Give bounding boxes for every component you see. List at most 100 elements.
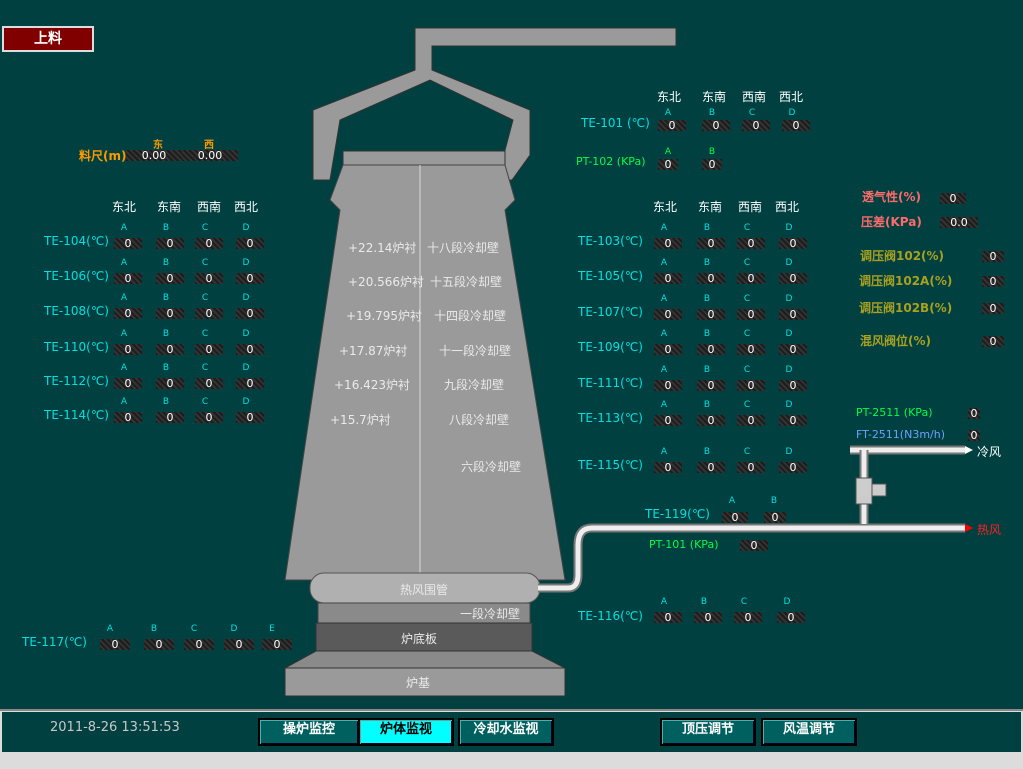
te117-value: 0 — [100, 639, 130, 650]
furnace-bottom-label: 炉底板 — [401, 632, 438, 646]
right-sensor-label: TE-113(℃) — [578, 411, 643, 425]
right-sensor-sub: B — [703, 447, 711, 457]
left-sensor-value: 0 — [156, 273, 184, 284]
right-sensor-sub: B — [703, 400, 711, 410]
left-sensor-label: TE-112(℃) — [44, 374, 109, 388]
left-sensor-value: 0 — [114, 412, 142, 423]
te117-value: 0 — [262, 639, 292, 650]
right-sensor-value: 0 — [697, 309, 725, 320]
left-sensor-sub: D — [242, 223, 250, 233]
nav-cooling-water-button[interactable]: 冷却水监视 — [458, 718, 554, 746]
right-dir-header-ne: 东北 — [652, 200, 677, 214]
ft2511-label: FT-2511(N3m/h) — [856, 428, 946, 441]
left-sensor-label: TE-104(℃) — [44, 234, 109, 248]
pt2511-label: PT-2511 (KPa) — [856, 406, 933, 419]
left-sensor-value: 0 — [236, 412, 264, 423]
right-sensor-value: 0 — [737, 273, 765, 284]
valve-102-value: 0 — [982, 251, 1004, 262]
furnace-segment-3: 十一段冷却壁 — [439, 344, 512, 358]
right-sensor-value: 0 — [779, 309, 807, 320]
te117-value: 0 — [224, 639, 254, 650]
left-sensor-label: TE-108(℃) — [44, 304, 109, 318]
left-sensor-sub: C — [201, 258, 209, 268]
right-sensor-label: TE-111(℃) — [578, 376, 643, 390]
ruler-label: 料尺(m) — [79, 149, 127, 163]
right-sensor-sub: B — [703, 365, 711, 375]
right-sensor-value: 0 — [697, 380, 725, 391]
te101-sub: A — [664, 108, 672, 118]
left-sensor-value: 0 — [156, 344, 184, 355]
te101-value: 0 — [702, 120, 730, 131]
left-sensor-value: 0 — [195, 378, 223, 389]
right-sensor-sub: C — [743, 400, 751, 410]
furnace-segment-5: 八段冷却壁 — [449, 413, 510, 427]
left-sensor-value: 0 — [236, 344, 264, 355]
left-sensor-value: 0 — [114, 308, 142, 319]
te117-sub: B — [150, 624, 158, 634]
right-sensor-value: 0 — [779, 380, 807, 391]
left-sensor-sub: D — [242, 397, 250, 407]
right-sensor-value: 0 — [697, 344, 725, 355]
ruler-west-value: 0.00 — [182, 150, 238, 161]
left-sensor-value: 0 — [236, 238, 264, 249]
left-sensor-label: TE-114(℃) — [44, 408, 109, 422]
left-sensor-sub: A — [120, 329, 128, 339]
valve-102a-label: 调压阀102A(%) — [859, 274, 953, 288]
furnace-level-2: +19.795炉衬 — [346, 309, 423, 323]
right-sensor-value: 0 — [654, 238, 682, 249]
furnace-base-label: 炉基 — [406, 676, 431, 690]
te117-sub: E — [269, 624, 275, 634]
left-dir-header-se: 东南 — [156, 200, 181, 214]
right-dir-header-se: 东南 — [697, 200, 722, 214]
left-sensor-value: 0 — [195, 344, 223, 355]
top-dir-header-nw: 西北 — [778, 90, 803, 104]
right-sensor-label: TE-115(℃) — [578, 458, 643, 472]
right-sensor-value: 0 — [779, 238, 807, 249]
top-dir-header-ne: 东北 — [656, 90, 681, 104]
valve-102-label: 调压阀102(%) — [860, 249, 945, 263]
te116-sub: D — [783, 597, 791, 607]
right-sensor-sub: D — [785, 294, 793, 304]
right-sensor-sub: B — [703, 294, 711, 304]
left-sensor-sub: A — [120, 223, 128, 233]
nav-furnace-control-button[interactable]: 操炉监控 — [258, 718, 360, 746]
right-sensor-sub: C — [743, 294, 751, 304]
left-sensor-value: 0 — [195, 412, 223, 423]
te117-label: TE-117(℃) — [22, 635, 87, 649]
valve-102b-value: 0 — [982, 303, 1004, 314]
right-sensor-sub: A — [660, 365, 668, 375]
left-sensor-sub: B — [162, 329, 170, 339]
furnace-segment-0: 十八段冷却壁 — [427, 241, 500, 255]
te116-value: 0 — [654, 612, 682, 623]
right-sensor-value: 0 — [737, 380, 765, 391]
ft2511-value: 0 — [968, 430, 980, 441]
pt102-sub: A — [664, 147, 672, 157]
furnace-seg1-label: 一段冷却壁 — [460, 607, 521, 621]
right-sensor-sub: B — [703, 329, 711, 339]
pt102-value: 0 — [702, 159, 722, 170]
furnace-diagram — [284, 27, 973, 697]
permeability-label: 透气性(%) — [862, 190, 921, 204]
te101-value: 0 — [782, 120, 810, 131]
furnace-segment-2: 十四段冷却壁 — [434, 309, 507, 323]
pt102-value: 0 — [658, 159, 678, 170]
hot-wind-label: 热风 — [977, 523, 1002, 537]
right-sensor-value: 0 — [654, 273, 682, 284]
left-sensor-value: 0 — [156, 238, 184, 249]
nav-top-pressure-button[interactable]: 顶压调节 — [660, 718, 756, 746]
te116-sub: C — [740, 597, 748, 607]
left-sensor-value: 0 — [156, 308, 184, 319]
right-sensor-sub: C — [743, 258, 751, 268]
furnace-segment-6: 六段冷却壁 — [461, 460, 522, 474]
left-sensor-sub: A — [120, 293, 128, 303]
pressure-diff-label: 压差(KPa) — [861, 215, 922, 229]
left-sensor-value: 0 — [156, 412, 184, 423]
nav-wind-temp-button[interactable]: 风温调节 — [761, 718, 857, 746]
right-sensor-sub: D — [785, 329, 793, 339]
left-sensor-sub: A — [120, 363, 128, 373]
right-sensor-sub: C — [743, 447, 751, 457]
permeability-value: 0 — [940, 193, 966, 204]
left-sensor-sub: D — [242, 363, 250, 373]
te116-value: 0 — [694, 612, 722, 623]
nav-furnace-body-button[interactable]: 炉体监视 — [358, 718, 454, 746]
